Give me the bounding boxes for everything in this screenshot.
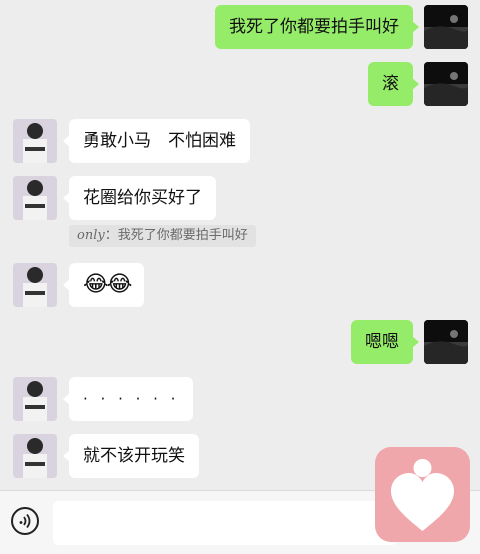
heart-app-icon[interactable]	[375, 447, 470, 542]
quote-separator: ：	[104, 228, 118, 243]
my-avatar[interactable]	[424, 62, 468, 106]
message-input[interactable]	[53, 501, 397, 545]
contact-avatar[interactable]	[13, 434, 57, 478]
message-bubble-outgoing[interactable]: 滚	[368, 62, 419, 106]
message-bubble-incoming[interactable]: · · · · · ·	[62, 377, 194, 421]
my-avatar[interactable]	[424, 320, 468, 364]
quote-signature: only	[77, 228, 105, 243]
message-bubble-incoming[interactable]: 花圈给你买好了	[63, 176, 216, 220]
quote-text: 我死了你都要拍手叫好	[117, 228, 248, 243]
contact-avatar[interactable]	[13, 119, 57, 163]
message-bubble-outgoing[interactable]: 嗯嗯	[351, 320, 419, 364]
message-bubble-incoming[interactable]: 勇敢小马 不怕困难	[63, 119, 250, 163]
contact-avatar[interactable]	[13, 377, 57, 421]
my-avatar[interactable]	[424, 5, 468, 49]
quoted-reply[interactable]: only：我死了你都要拍手叫好	[69, 225, 256, 247]
voice-input-icon[interactable]	[11, 507, 39, 535]
contact-avatar[interactable]	[13, 263, 57, 307]
message-bubble-incoming[interactable]: 就不该开玩笑	[63, 434, 199, 478]
message-bubble-incoming[interactable]: 😂😂	[62, 263, 145, 307]
message-bubble-outgoing[interactable]: 我死了你都要拍手叫好	[215, 5, 419, 49]
contact-avatar[interactable]	[13, 176, 57, 220]
